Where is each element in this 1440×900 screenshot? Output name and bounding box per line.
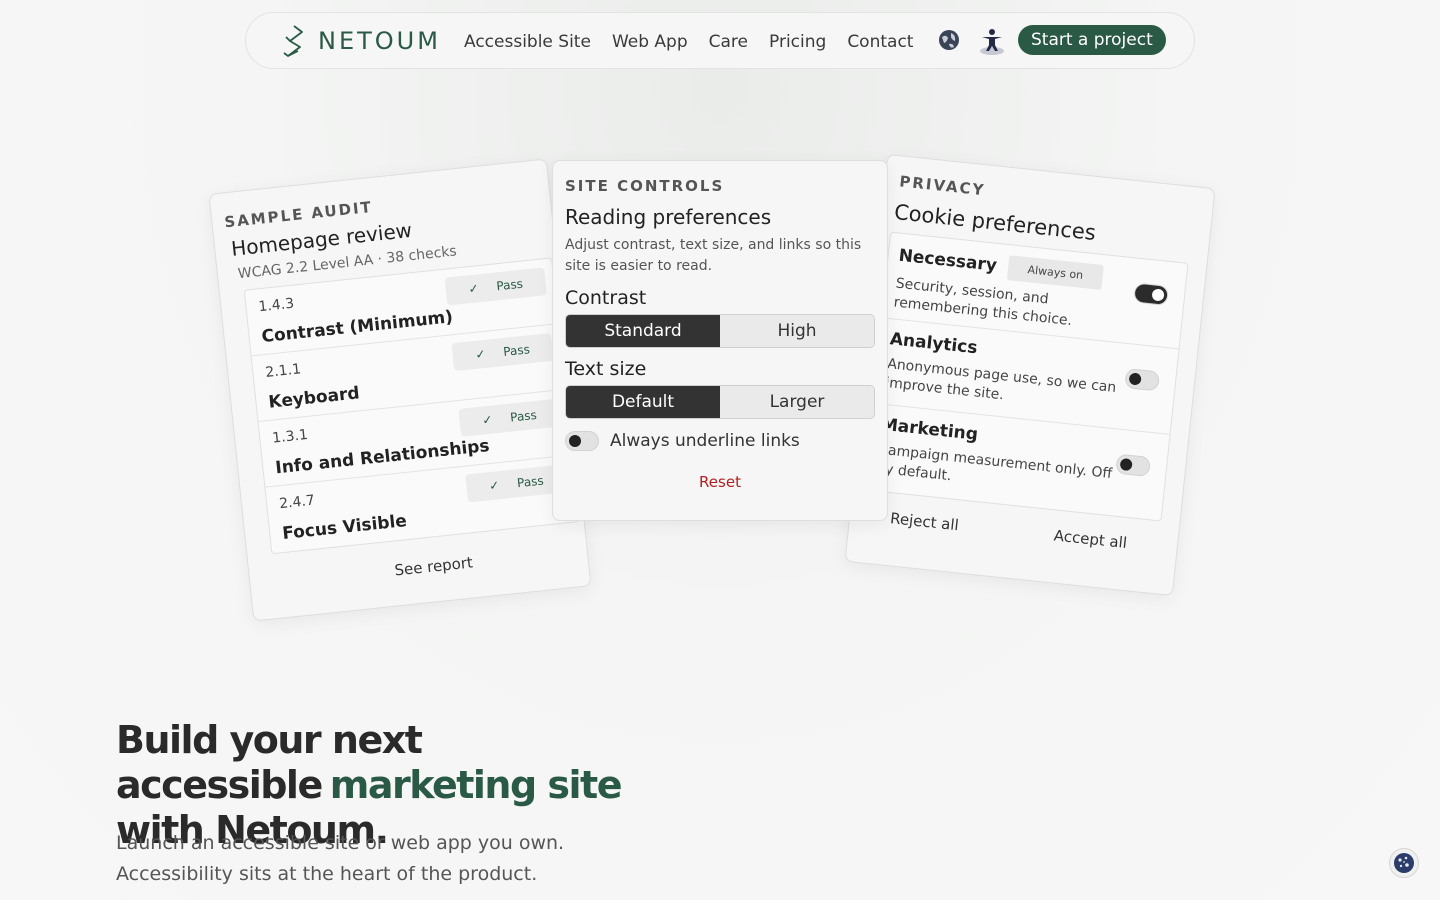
pass-label: Pass — [509, 407, 538, 425]
controls-title: Reading preferences — [565, 205, 772, 229]
pass-label: Pass — [495, 276, 524, 294]
contrast-standard-button[interactable]: Standard — [566, 315, 720, 347]
sample-audit-card: SAMPLE AUDIT Homepage review WCAG 2.2 Le… — [208, 158, 592, 622]
marketing-toggle[interactable] — [1115, 453, 1152, 477]
audit-list: 1.4.3 Contrast (Minimum) ✓ Pass 2.1.1 Ke… — [243, 257, 580, 555]
logo-text: NETOUM — [318, 27, 441, 55]
contrast-label: Contrast — [565, 287, 647, 309]
controls-description: Adjust contrast, text size, and links so… — [565, 237, 862, 274]
nav-links: Accessible Site Web App Care Pricing Con… — [464, 13, 934, 70]
see-report-link[interactable]: See report — [280, 541, 588, 591]
text-size-segmented-control: Default Larger — [565, 385, 875, 419]
accept-all-button[interactable]: Accept all — [1053, 526, 1128, 552]
check-icon: ✓ — [474, 346, 487, 362]
cookie-icon — [1394, 853, 1414, 873]
cookie-settings-button[interactable] — [1389, 848, 1419, 878]
reject-all-button[interactable]: Reject all — [889, 509, 959, 534]
reset-button[interactable]: Reset — [565, 473, 875, 491]
globe-icon[interactable] — [938, 29, 960, 51]
nav-link-accessible-site[interactable]: Accessible Site — [464, 32, 591, 52]
cookie-description: Campaign measurement only. Off by defaul… — [875, 441, 1113, 485]
pass-label: Pass — [502, 342, 531, 359]
analytics-toggle[interactable] — [1124, 368, 1161, 392]
hero-subtitle: Launch an accessible site or web app you… — [116, 832, 565, 885]
nav-link-pricing[interactable]: Pricing — [769, 32, 826, 52]
text-size-default-button[interactable]: Default — [566, 386, 720, 418]
contrast-segmented-control: Standard High — [565, 314, 875, 348]
nav-link-web-app[interactable]: Web App — [612, 32, 688, 52]
start-project-button[interactable]: Start a project — [1018, 25, 1166, 55]
accessibility-icon[interactable] — [979, 27, 1005, 55]
cookie-name: Analytics — [888, 329, 979, 359]
underline-links-label: Always underline links — [610, 431, 800, 451]
cookie-list: Necessary Always on Security, session, a… — [863, 231, 1189, 522]
underline-links-toggle[interactable] — [565, 431, 599, 451]
top-nav: NETOUM Accessible Site Web App Care Pric… — [245, 12, 1195, 69]
controls-eyebrow: SITE CONTROLS — [565, 177, 725, 195]
check-icon: ✓ — [488, 478, 500, 494]
contrast-high-button[interactable]: High — [720, 315, 874, 347]
logo-icon — [283, 25, 303, 58]
underline-links-row: Always underline links — [565, 431, 875, 451]
necessary-toggle[interactable] — [1133, 282, 1170, 306]
cookie-name: Necessary — [897, 245, 998, 276]
check-icon: ✓ — [481, 412, 494, 428]
logo[interactable]: NETOUM — [280, 23, 441, 59]
cookie-name: Marketing — [879, 414, 979, 445]
pass-label: Pass — [516, 473, 545, 491]
nav-link-care[interactable]: Care — [709, 32, 748, 52]
cookie-preferences-card: PRIVACY Cookie preferences Necessary Alw… — [844, 153, 1216, 597]
text-size-label: Text size — [565, 358, 647, 380]
site-controls-card: SITE CONTROLS Reading preferences Adjust… — [552, 160, 888, 521]
text-size-larger-button[interactable]: Larger — [720, 386, 874, 418]
always-on-badge: Always on — [1006, 255, 1105, 291]
nav-link-contact[interactable]: Contact — [847, 32, 913, 52]
check-icon: ✓ — [467, 281, 480, 297]
hero-title-accent: marketing site — [329, 763, 623, 807]
